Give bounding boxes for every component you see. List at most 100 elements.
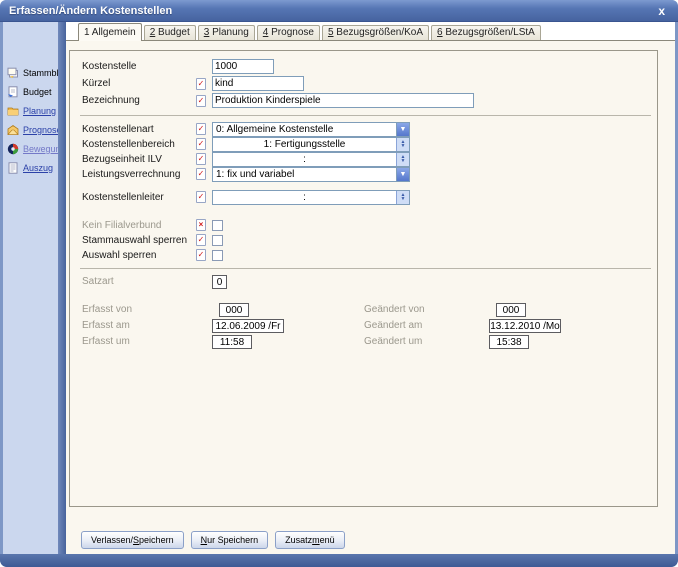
- planung-folder-icon: [7, 105, 19, 117]
- field-row-kuerzel: Kürzel ✓: [70, 75, 657, 92]
- tab-allgemein[interactable]: 1 Allgemein: [78, 23, 142, 41]
- chevron-down-icon[interactable]: ▼: [396, 168, 409, 181]
- satzart-value: 0: [212, 275, 227, 289]
- bewegung-pie-icon: [7, 143, 19, 155]
- stammauswahl-sperren-checkbox[interactable]: [212, 235, 223, 246]
- field-row-leistungsverrechnung: Leistungsverrechnung ✓ 1: fix und variab…: [70, 167, 657, 181]
- kostenstellenart-select[interactable]: 0: Allgemeine Kostenstelle ▼: [212, 122, 410, 137]
- stammauswahl-sperren-label: Stammauswahl sperren: [82, 235, 196, 246]
- kein-filialverbund-label: Kein Filialverbund: [82, 220, 196, 231]
- geaendert-um-label: Geändert um: [364, 336, 422, 347]
- main-area: 1 Allgemein 2 Budget 3 Planung 4 Prognos…: [66, 22, 675, 554]
- meta-row-von: Erfasst von 000 Geändert von 000: [70, 303, 657, 318]
- sidebar-item-stammblatt[interactable]: Stammblatt: [3, 66, 58, 80]
- sidebar-divider: [58, 22, 66, 554]
- geaendert-am-label: Geändert am: [364, 320, 422, 331]
- bezeichnung-input[interactable]: [212, 93, 474, 108]
- kostenstellenleiter-select[interactable]: : ▲▼: [212, 190, 410, 205]
- nur-speichern-button[interactable]: Nur Speichern: [191, 531, 269, 549]
- edit-check-icon: ✓: [196, 249, 206, 261]
- sidebar: Stammblatt Budget Planung Prognose: [3, 22, 58, 554]
- budget-page-icon: [7, 86, 19, 98]
- edit-check-icon: ✓: [196, 191, 206, 203]
- sidebar-item-auszug[interactable]: Auszug: [3, 161, 58, 175]
- kostenstelle-label: Kostenstelle: [82, 61, 196, 72]
- erfasst-von-label: Erfasst von: [82, 304, 132, 315]
- window-body: Stammblatt Budget Planung Prognose: [3, 22, 675, 554]
- tab-planung[interactable]: 3 Planung: [198, 25, 255, 40]
- sidebar-item-label: Auszug: [23, 163, 53, 173]
- zusatzmenu-button[interactable]: Zusatzmenü: [275, 531, 345, 549]
- erfasst-von-value: 000: [219, 303, 249, 317]
- sidebar-item-prognose[interactable]: Prognose: [3, 123, 58, 137]
- flag-row-stammauswahl-sperren: Stammauswahl sperren ✓: [70, 233, 657, 247]
- edit-cross-icon: ×: [196, 219, 206, 231]
- prognose-envelope-icon: [7, 124, 19, 136]
- bezeichnung-label: Bezeichnung: [82, 95, 196, 106]
- app-window: Erfassen/Ändern Kostenstellen x Stammbla…: [0, 0, 678, 567]
- sidebar-item-planung[interactable]: Planung: [3, 104, 58, 118]
- sidebar-item-bewegung[interactable]: Bewegung: [3, 142, 58, 156]
- kostenstellenleiter-label: Kostenstellenleiter: [82, 192, 196, 203]
- meta-row-satzart: Satzart 0: [70, 275, 657, 290]
- edit-check-icon: ✓: [196, 234, 206, 246]
- kuerzel-label: Kürzel: [82, 78, 196, 89]
- meta-row-um: Erfasst um 11:58 Geändert um 15:38: [70, 335, 657, 350]
- leistungsverrechnung-select[interactable]: 1: fix und variabel ▼: [212, 167, 410, 182]
- stammblatt-card-icon: [7, 67, 19, 79]
- tab-bezugsgroessen-koa[interactable]: 5 Bezugsgrößen/KoA: [322, 25, 429, 40]
- chevron-down-icon[interactable]: ▼: [396, 123, 409, 136]
- kostenstelle-input[interactable]: [212, 59, 274, 74]
- spinner-icon[interactable]: ▲▼: [396, 153, 409, 166]
- field-row-bezeichnung: Bezeichnung ✓: [70, 92, 657, 109]
- field-row-kostenstellenbereich: Kostenstellenbereich ✓ 1: Fertigungsstel…: [70, 137, 657, 151]
- erfasst-um-value: 11:58: [212, 335, 252, 349]
- field-row-kostenstellenleiter: Kostenstellenleiter ✓ : ▲▼: [70, 190, 657, 204]
- button-row: Verlassen/Speichern Nur Speichern Zusatz…: [81, 531, 345, 549]
- erfasst-am-value: 12.06.2009 /Fr: [212, 319, 284, 333]
- bezugseinheit-ilv-select[interactable]: : ▲▼: [212, 152, 410, 167]
- window-title: Erfassen/Ändern Kostenstellen: [9, 5, 172, 17]
- kostenstellenart-label: Kostenstellenart: [82, 124, 196, 135]
- erfasst-am-label: Erfasst am: [82, 320, 130, 331]
- sidebar-item-budget[interactable]: Budget: [3, 85, 58, 99]
- auswahl-sperren-label: Auswahl sperren: [82, 250, 196, 261]
- geaendert-von-label: Geändert von: [364, 304, 425, 315]
- form-groupbox: Kostenstelle Kürzel ✓ Bezeichnung ✓: [69, 50, 658, 507]
- tab-bezugsgroessen-lsta[interactable]: 6 Bezugsgrößen/LStA: [431, 25, 541, 40]
- edit-check-icon: ✓: [196, 168, 206, 180]
- edit-check-icon: ✓: [196, 95, 206, 107]
- geaendert-am-value: 13.12.2010 /Mo: [489, 319, 561, 333]
- spinner-icon[interactable]: ▲▼: [396, 138, 409, 151]
- geaendert-von-value: 000: [496, 303, 526, 317]
- verlassen-speichern-button[interactable]: Verlassen/Speichern: [81, 531, 184, 549]
- geaendert-um-value: 15:38: [489, 335, 529, 349]
- section-divider: [80, 115, 651, 116]
- satzart-label: Satzart: [82, 276, 114, 287]
- erfasst-um-label: Erfasst um: [82, 336, 130, 347]
- window-titlebar[interactable]: Erfassen/Ändern Kostenstellen x: [0, 0, 678, 22]
- tab-panel-allgemein: Kostenstelle Kürzel ✓ Bezeichnung ✓: [66, 41, 675, 554]
- tab-budget[interactable]: 2 Budget: [144, 25, 196, 40]
- leistungsverrechnung-label: Leistungsverrechnung: [82, 169, 196, 180]
- field-row-bezugseinheit-ilv: Bezugseinheit ILV ✓ : ▲▼: [70, 152, 657, 166]
- section-divider: [80, 268, 651, 269]
- edit-check-icon: ✓: [196, 153, 206, 165]
- window-bottom-frame: [0, 554, 678, 567]
- auswahl-sperren-checkbox[interactable]: [212, 250, 223, 261]
- tab-bar: 1 Allgemein 2 Budget 3 Planung 4 Prognos…: [66, 22, 675, 41]
- meta-row-am: Erfasst am 12.06.2009 /Fr Geändert am 13…: [70, 319, 657, 334]
- sidebar-item-label: Planung: [23, 106, 56, 116]
- spinner-icon[interactable]: ▲▼: [396, 191, 409, 204]
- kostenstellenbereich-select[interactable]: 1: Fertigungsstelle ▲▼: [212, 137, 410, 152]
- edit-check-icon: ✓: [196, 123, 206, 135]
- sidebar-item-label: Budget: [23, 87, 52, 97]
- kein-filialverbund-checkbox[interactable]: [212, 220, 223, 231]
- close-icon[interactable]: x: [654, 5, 669, 17]
- edit-check-icon: ✓: [196, 78, 206, 90]
- flag-row-auswahl-sperren: Auswahl sperren ✓: [70, 248, 657, 262]
- sidebar-item-label: Prognose: [23, 125, 62, 135]
- auszug-document-icon: [7, 162, 19, 174]
- tab-prognose[interactable]: 4 Prognose: [257, 25, 320, 40]
- kuerzel-input[interactable]: [212, 76, 304, 91]
